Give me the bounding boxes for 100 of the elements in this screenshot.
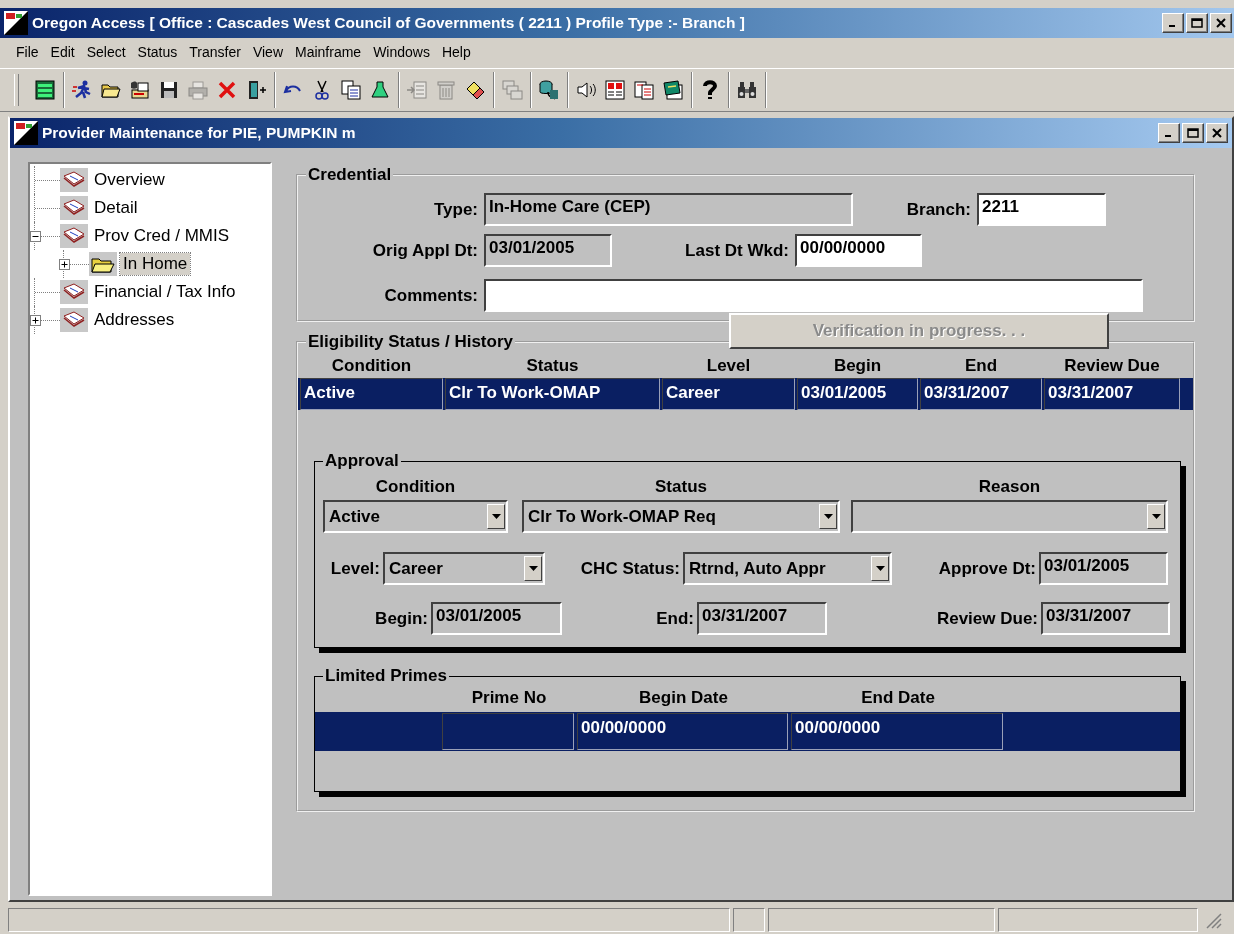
column-header: Status [525, 356, 580, 376]
dropdown[interactable]: Career [383, 552, 545, 585]
input-field[interactable]: In-Home Care (CEP) [484, 193, 853, 226]
column-header: Review Due [1063, 356, 1161, 376]
column-header: Condition [374, 477, 457, 497]
maximize-button[interactable] [1186, 13, 1208, 33]
group-title: Approval [324, 451, 400, 471]
field-label: Branch: [905, 199, 971, 220]
maximize-icon[interactable] [1187, 128, 1199, 138]
dropdown-arrow-icon[interactable] [528, 565, 538, 572]
tree-item[interactable]: Detail [91, 197, 141, 219]
field-label: Begin: [374, 608, 428, 629]
minimize-button[interactable] [1158, 123, 1180, 143]
tree-item[interactable]: Prov Cred / MMIS [91, 225, 233, 247]
tree-item[interactable]: Addresses [91, 309, 178, 331]
group-title: Eligibility Status / History [307, 332, 514, 352]
column-header: Begin Date [638, 688, 729, 708]
delete-icon[interactable] [216, 79, 238, 101]
book-icon [60, 280, 88, 304]
input-field[interactable] [484, 279, 1143, 312]
table-cell: 00/00/0000 [577, 713, 788, 750]
table-cell: Clr To Work-OMAP [445, 378, 660, 410]
group-title: Limited Primes [324, 666, 448, 686]
close-button[interactable] [1206, 123, 1228, 143]
table-cell: 00/00/0000 [791, 713, 1003, 750]
window-title: Provider Maintenance for PIE, PUMPKIN m [42, 124, 357, 142]
grid-row[interactable]: Active Clr To Work-OMAP Career 03/01/2005 03/31/2007 03/31/2007 [298, 378, 1193, 410]
column-header: Reason [977, 477, 1042, 497]
field-label: Level: [329, 558, 380, 579]
maximize-button[interactable] [1182, 123, 1204, 143]
group-title: Credential [307, 165, 393, 185]
column-header: Status [654, 477, 708, 497]
table-cell: 03/31/2007 [920, 378, 1042, 410]
book-icon [60, 168, 88, 192]
dropdown[interactable]: Rtrnd, Auto Appr [683, 552, 892, 585]
menu-item[interactable]: File [10, 41, 45, 63]
notebook-icon[interactable] [662, 79, 684, 101]
menu-item[interactable]: Edit [44, 41, 81, 63]
expand-icon[interactable] [30, 314, 41, 326]
copy-icon[interactable] [340, 79, 362, 101]
minimize-button[interactable] [1162, 13, 1184, 33]
field-label: Review Due: [935, 608, 1038, 629]
input-field[interactable]: 03/01/2005 [1039, 552, 1168, 585]
field-label: End: [655, 608, 694, 629]
menu-item[interactable]: View [246, 41, 289, 63]
menu-item[interactable]: Help [435, 41, 477, 63]
book-icon [60, 196, 88, 220]
documents-icon[interactable] [633, 79, 655, 101]
window-title: Oregon Access [ Office : Cascades West Council of Governments ( 2211 ) Profile Type :- Branch ] [32, 14, 746, 32]
running-man-icon[interactable] [71, 79, 93, 101]
folder-icon [89, 252, 117, 276]
column-header: Level [705, 356, 752, 376]
tree-item[interactable]: In Home [120, 253, 191, 275]
app-logo-icon [4, 11, 28, 35]
table-cell: 03/31/2007 [1044, 378, 1180, 410]
dropdown-arrow-icon[interactable] [1151, 513, 1161, 520]
app-logo-icon [14, 121, 38, 145]
tree-item[interactable]: Overview [91, 169, 168, 191]
field-label: Comments: [383, 285, 478, 306]
dropdown-arrow-icon[interactable] [491, 513, 501, 520]
grid-panel-icon[interactable] [34, 79, 56, 101]
input-field[interactable]: 03/31/2007 [697, 602, 827, 635]
dropdown[interactable]: Clr To Work-OMAP Req [522, 500, 840, 533]
number-grid-icon[interactable] [604, 79, 626, 101]
field-label: Type: [432, 199, 478, 220]
menu-item[interactable]: Mainframe [289, 41, 368, 63]
maximize-icon[interactable] [1191, 18, 1203, 28]
binoculars-icon[interactable] [736, 79, 758, 101]
save-icon[interactable] [158, 79, 180, 101]
dropdown[interactable]: Active [323, 500, 508, 533]
close-icon[interactable] [1216, 18, 1226, 28]
collapse-icon[interactable] [30, 230, 41, 242]
input-field[interactable]: 03/31/2007 [1041, 602, 1170, 635]
input-field[interactable]: 2211 [977, 193, 1106, 226]
field-label: Last Dt Wkd: [684, 240, 789, 261]
dropdown[interactable] [851, 500, 1168, 533]
expand-icon[interactable] [59, 258, 70, 270]
speaker-icon[interactable] [575, 79, 597, 101]
menu-item[interactable]: Windows [367, 41, 436, 63]
input-field[interactable]: 00/00/0000 [795, 234, 922, 267]
input-field[interactable]: 03/01/2005 [484, 234, 612, 267]
table-cell: Career [662, 378, 795, 410]
close-icon[interactable] [1212, 128, 1222, 138]
dropdown-arrow-icon[interactable] [823, 513, 833, 520]
dropdown-arrow-icon[interactable] [875, 565, 885, 572]
input-field[interactable]: 03/01/2005 [431, 602, 562, 635]
table-cell: Active [300, 378, 443, 410]
menu-item[interactable]: Status [131, 41, 184, 63]
column-header: Prime No [470, 688, 548, 708]
close-button[interactable] [1210, 13, 1232, 33]
menu-item[interactable]: Select [80, 41, 132, 63]
column-header: Condition [330, 356, 413, 376]
tree-item[interactable]: Financial / Tax Info [91, 281, 239, 303]
book-icon [60, 224, 88, 248]
grid-row[interactable]: 00/00/0000 00/00/0000 [315, 712, 1180, 751]
field-label: Approve Dt: [937, 558, 1036, 579]
eraser-icon[interactable] [464, 79, 486, 101]
flask-icon[interactable] [369, 79, 391, 101]
book-icon [60, 308, 88, 332]
menu-item[interactable]: Transfer [183, 41, 247, 63]
